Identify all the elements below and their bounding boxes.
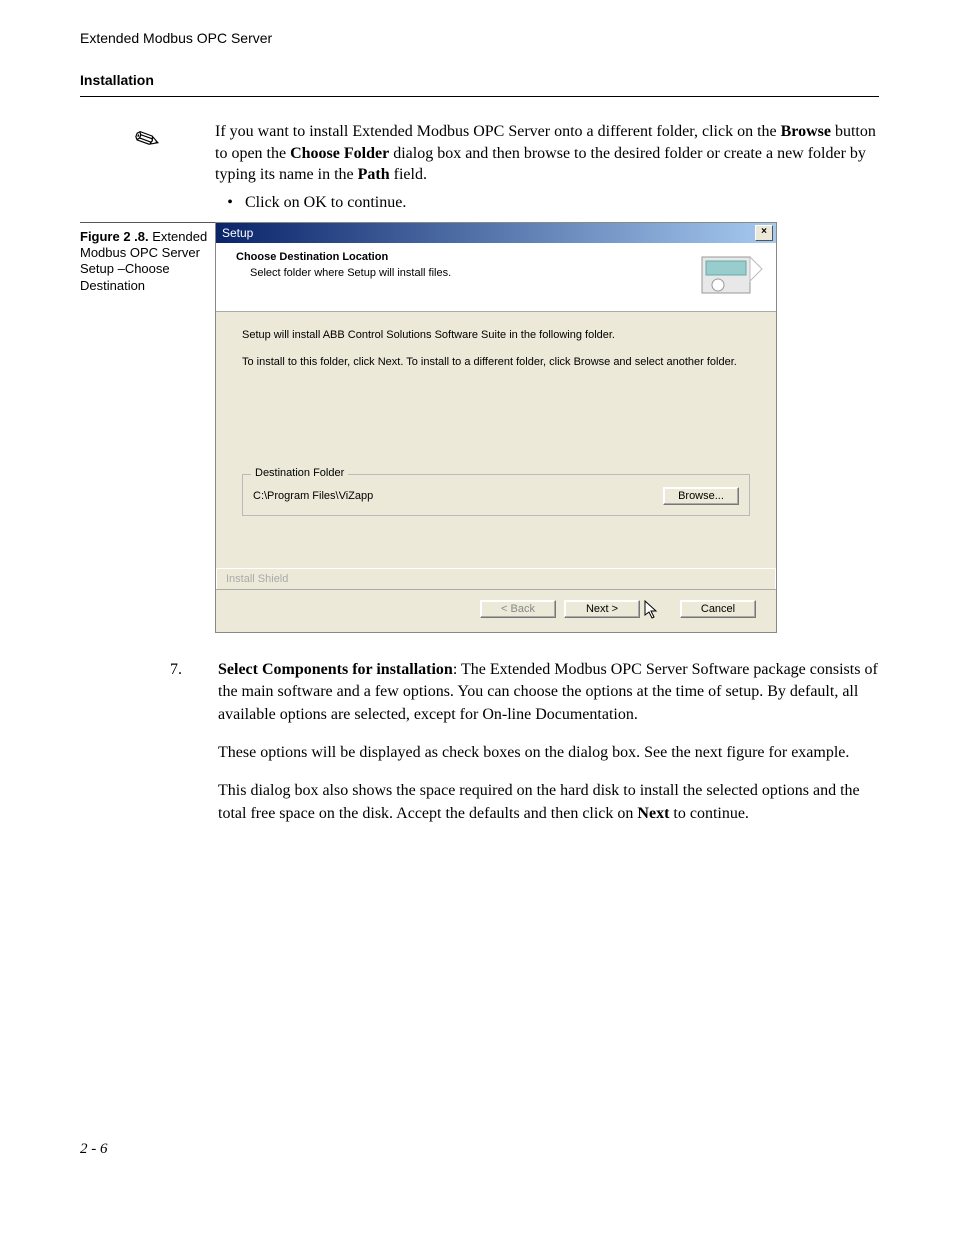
dialog-body-text-2: To install to this folder, click Next. T… bbox=[242, 355, 750, 370]
setup-dialog: Setup × Choose Destination Location Sele… bbox=[215, 222, 777, 633]
dialog-body-text-1: Setup will install ABB Control Solutions… bbox=[242, 328, 750, 343]
note-end: field. bbox=[390, 166, 427, 183]
titlebar: Setup × bbox=[216, 223, 776, 243]
destination-folder-group: Destination Folder C:\Program Files\ViZa… bbox=[242, 474, 750, 516]
browse-button[interactable]: Browse... bbox=[663, 487, 739, 505]
step-p3-post: to continue. bbox=[669, 805, 749, 822]
step-p1-lead: Select Components for installation bbox=[218, 661, 453, 678]
cursor-icon bbox=[644, 600, 660, 620]
cancel-button[interactable]: Cancel bbox=[680, 600, 756, 618]
step-p3-bold: Next bbox=[637, 805, 669, 822]
step-p1: Select Components for installation: The … bbox=[218, 659, 879, 726]
page-number: 2 - 6 bbox=[80, 1141, 879, 1158]
dialog-header: Choose Destination Location Select folde… bbox=[216, 243, 776, 312]
figure-caption: Figure 2 .8. Extended Modbus OPC Server … bbox=[80, 222, 215, 633]
figure-number: Figure 2 .8. bbox=[80, 229, 149, 244]
figure-row: Figure 2 .8. Extended Modbus OPC Server … bbox=[80, 222, 879, 633]
step-number: 7. bbox=[80, 659, 218, 841]
close-button[interactable]: × bbox=[755, 225, 773, 241]
note-bold-path: Path bbox=[358, 166, 390, 183]
note-bold-browse: Browse bbox=[781, 123, 831, 140]
dialog-subheading: Select folder where Setup will install f… bbox=[250, 267, 451, 279]
dialog-title: Setup bbox=[222, 226, 253, 240]
next-button[interactable]: Next > bbox=[564, 600, 640, 618]
note-bold-choose-folder: Choose Folder bbox=[290, 145, 389, 162]
pencil-icon: ✎ bbox=[129, 119, 167, 161]
dialog-body: Setup will install ABB Control Solutions… bbox=[216, 312, 776, 568]
header-rule bbox=[80, 96, 879, 97]
installer-graphic-icon bbox=[700, 251, 764, 299]
step-p2: These options will be displayed as check… bbox=[218, 742, 879, 764]
bullet-row: • Click on OK to continue. bbox=[215, 194, 879, 212]
step-7: 7. Select Components for installation: T… bbox=[80, 659, 879, 841]
dialog-heading: Choose Destination Location bbox=[236, 251, 451, 263]
note-text: If you want to install Extended Modbus O… bbox=[215, 121, 879, 186]
note-text-pre: If you want to install Extended Modbus O… bbox=[215, 123, 781, 140]
bullet-text: Click on OK to continue. bbox=[245, 194, 879, 212]
destination-path: C:\Program Files\ViZapp bbox=[253, 490, 373, 502]
dialog-button-bar: < Back Next > Cancel bbox=[216, 589, 776, 632]
back-button[interactable]: < Back bbox=[480, 600, 556, 618]
destination-folder-legend: Destination Folder bbox=[251, 467, 348, 479]
note-block: ✎ If you want to install Extended Modbus… bbox=[80, 121, 879, 186]
section-label: Installation bbox=[80, 72, 879, 88]
bullet-dot: • bbox=[215, 194, 245, 212]
step-p3-pre: This dialog box also shows the space req… bbox=[218, 782, 860, 821]
doc-header: Extended Modbus OPC Server bbox=[80, 30, 879, 46]
step-p3: This dialog box also shows the space req… bbox=[218, 780, 879, 825]
install-shield-label: Install Shield bbox=[216, 568, 776, 589]
